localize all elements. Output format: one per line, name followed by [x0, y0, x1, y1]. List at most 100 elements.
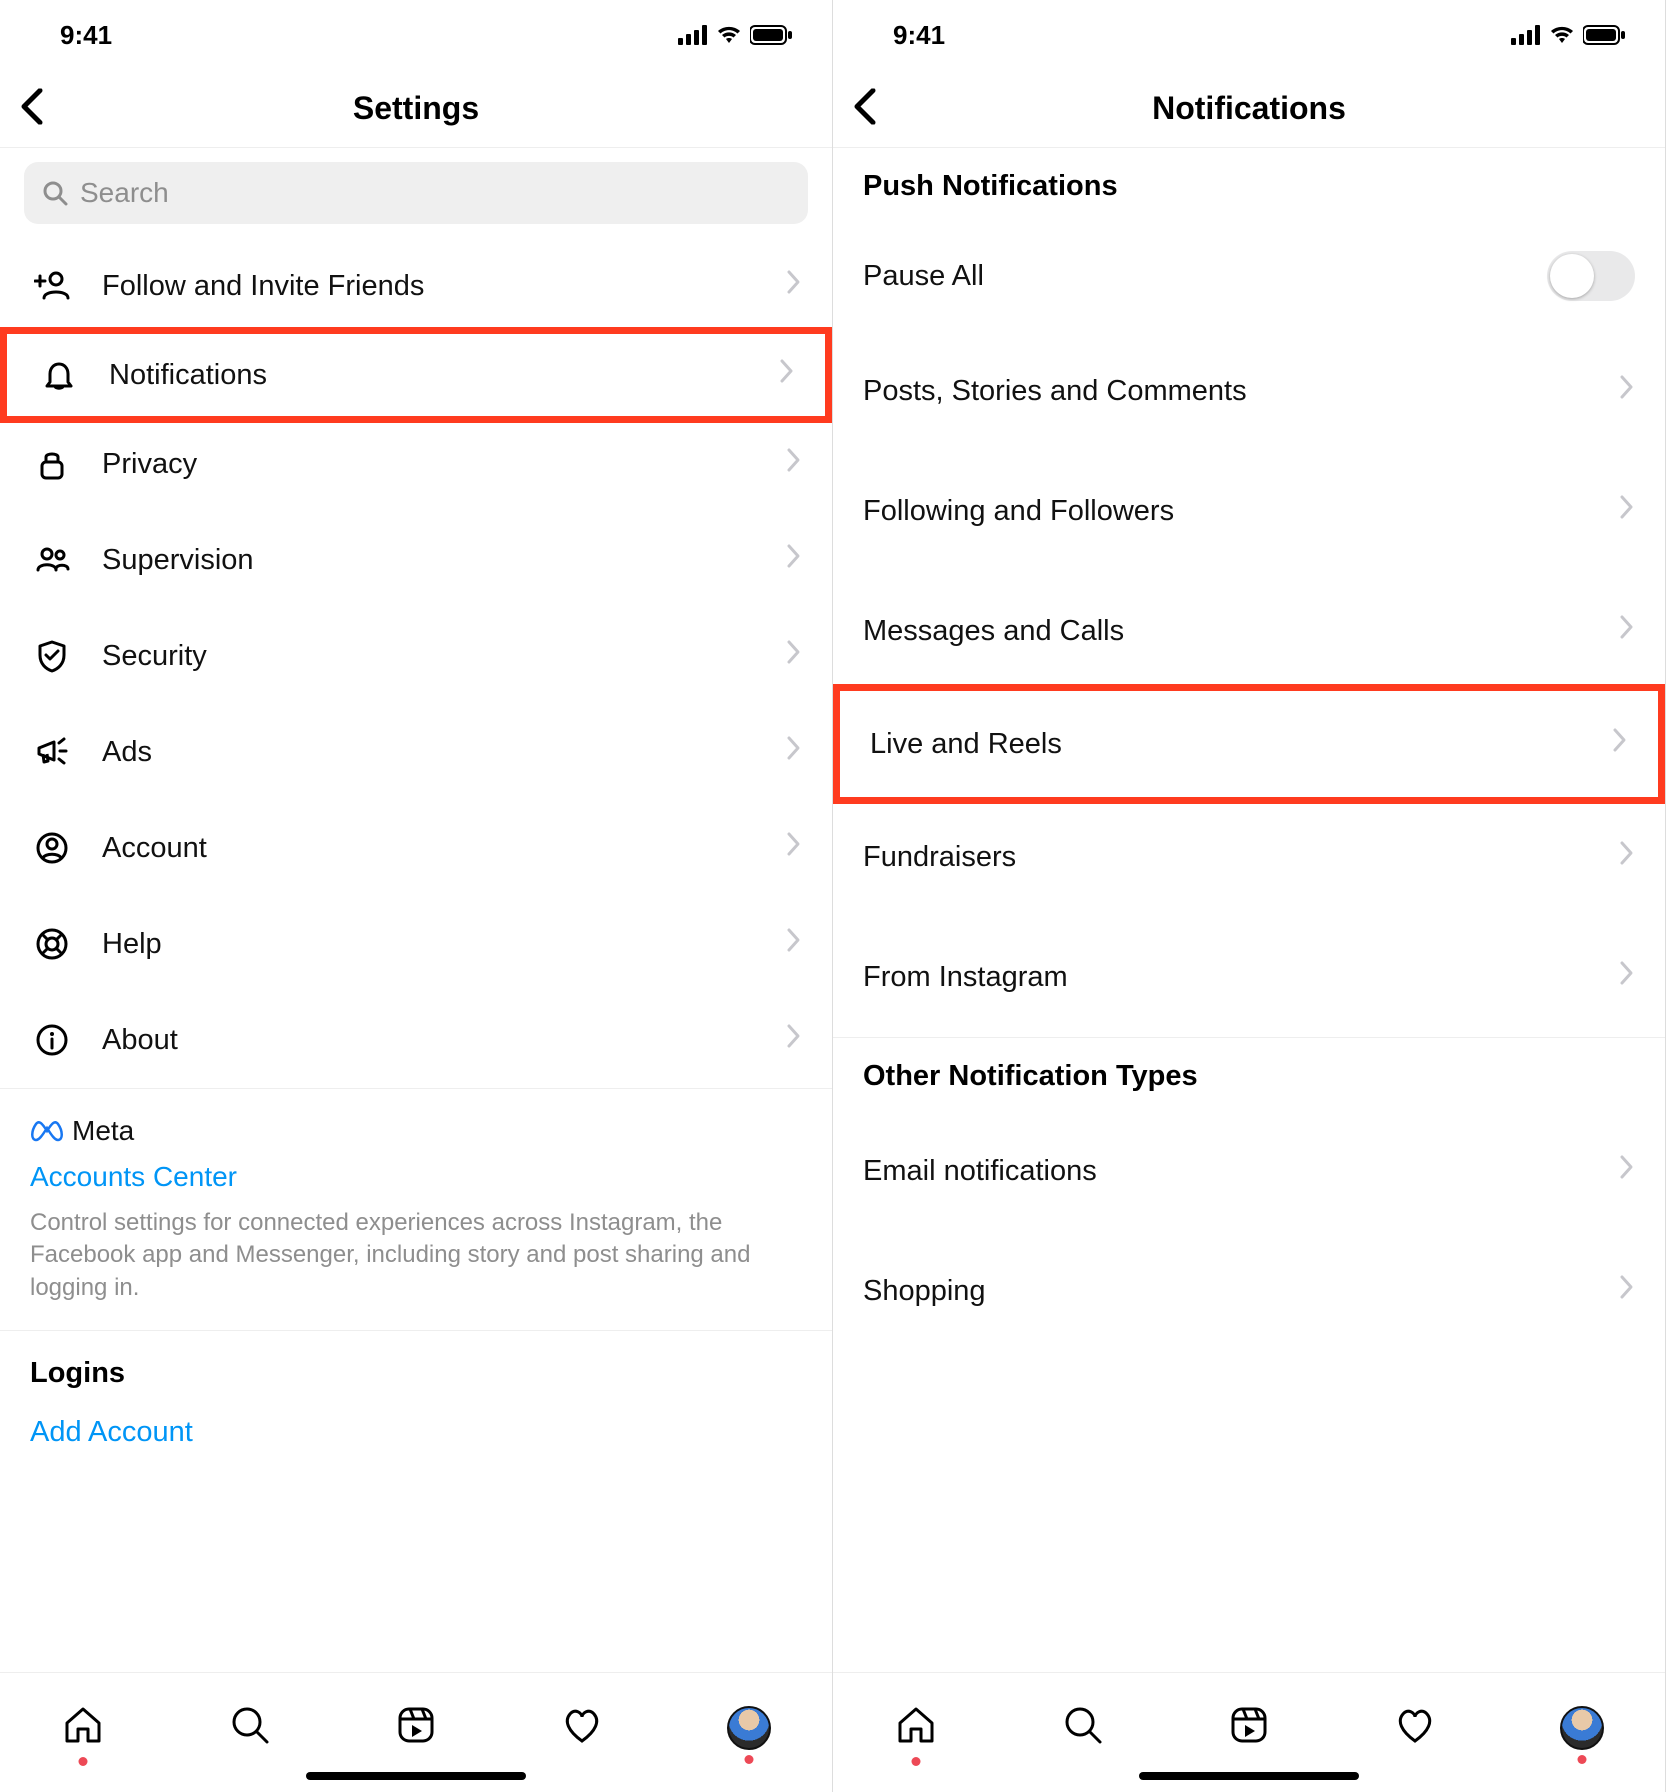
setting-row-info[interactable]: About — [0, 992, 832, 1088]
chevron-right-icon — [786, 639, 802, 673]
row-label: Shopping — [863, 1275, 1619, 1308]
tab-reels[interactable] — [394, 1703, 438, 1752]
chevron-right-icon — [1619, 494, 1635, 528]
row-label: Notifications — [109, 359, 779, 392]
tab-activity[interactable] — [1393, 1703, 1437, 1752]
status-icons — [1511, 25, 1625, 45]
cellular-icon — [678, 25, 708, 45]
pause-all-toggle[interactable] — [1547, 251, 1635, 301]
row-label: Privacy — [102, 448, 786, 481]
home-indicator — [306, 1772, 526, 1780]
tab-reels[interactable] — [1227, 1703, 1271, 1752]
setting-row-people[interactable]: Supervision — [0, 512, 832, 608]
tab-search[interactable] — [1061, 1703, 1105, 1752]
chevron-right-icon — [1619, 374, 1635, 408]
notification-dot — [744, 1755, 753, 1764]
tab-home[interactable] — [61, 1703, 105, 1752]
push-row[interactable]: Live and Reels — [833, 684, 1665, 804]
page-title: Notifications — [833, 90, 1665, 127]
chevron-left-icon — [20, 88, 44, 124]
chevron-right-icon — [786, 1023, 802, 1057]
row-label: Live and Reels — [870, 728, 1612, 761]
meta-label: Meta — [72, 1115, 134, 1147]
setting-row-lock[interactable]: Privacy — [0, 416, 832, 512]
wifi-icon — [1549, 25, 1575, 45]
reels-icon — [1227, 1703, 1271, 1747]
tab-profile[interactable] — [727, 1706, 771, 1750]
chevron-right-icon — [786, 543, 802, 577]
setting-row-bell[interactable]: Notifications — [0, 327, 832, 423]
heart-icon — [1393, 1703, 1437, 1747]
chevron-right-icon — [786, 831, 802, 865]
setting-row-user-circle[interactable]: Account — [0, 800, 832, 896]
people-icon — [30, 542, 74, 578]
search-wrap: Search — [0, 148, 832, 238]
user-circle-icon — [30, 830, 74, 866]
row-label: Fundraisers — [863, 841, 1619, 874]
setting-row-person-add[interactable]: Follow and Invite Friends — [0, 238, 832, 334]
other-list: Email notifications Shopping — [833, 1111, 1665, 1351]
logins-heading: Logins — [0, 1331, 832, 1400]
setting-row-megaphone[interactable]: Ads — [0, 704, 832, 800]
push-row[interactable]: Fundraisers — [833, 797, 1665, 917]
other-row[interactable]: Shopping — [833, 1231, 1665, 1351]
row-label: From Instagram — [863, 961, 1619, 994]
chevron-right-icon — [786, 447, 802, 481]
tab-profile[interactable] — [1560, 1706, 1604, 1750]
add-account-link[interactable]: Add Account — [0, 1400, 832, 1475]
person-add-icon — [30, 268, 74, 304]
other-row[interactable]: Email notifications — [833, 1111, 1665, 1231]
settings-screen: 9:41 Settings Search Follow and Invite F… — [0, 0, 833, 1792]
status-bar: 9:41 — [0, 0, 832, 70]
chevron-right-icon — [1612, 727, 1628, 761]
push-row[interactable]: Messages and Calls — [833, 571, 1665, 691]
push-list: Posts, Stories and Comments Following and… — [833, 331, 1665, 1037]
status-time: 9:41 — [60, 20, 112, 51]
notification-dot — [1577, 1755, 1586, 1764]
search-icon — [228, 1703, 272, 1747]
push-row[interactable]: From Instagram — [833, 917, 1665, 1037]
push-row[interactable]: Posts, Stories and Comments — [833, 331, 1665, 451]
meta-block: Meta Accounts Center Control settings fo… — [0, 1088, 832, 1331]
notification-dot — [912, 1757, 921, 1766]
info-icon — [30, 1022, 74, 1058]
battery-icon — [1583, 25, 1625, 45]
page-title: Settings — [0, 90, 832, 127]
row-label: Messages and Calls — [863, 615, 1619, 648]
chevron-right-icon — [1619, 1274, 1635, 1308]
nav-header: Settings — [0, 70, 832, 148]
row-label: About — [102, 1024, 786, 1057]
nav-header: Notifications — [833, 70, 1665, 148]
search-input[interactable]: Search — [24, 162, 808, 224]
setting-row-shield[interactable]: Security — [0, 608, 832, 704]
search-placeholder: Search — [80, 177, 169, 209]
tab-activity[interactable] — [560, 1703, 604, 1752]
accounts-center-link[interactable]: Accounts Center — [30, 1161, 802, 1193]
heart-icon — [560, 1703, 604, 1747]
avatar-icon — [1560, 1706, 1604, 1750]
reels-icon — [394, 1703, 438, 1747]
home-indicator — [1139, 1772, 1359, 1780]
avatar-icon — [727, 1706, 771, 1750]
back-button[interactable] — [20, 88, 44, 129]
push-row[interactable]: Following and Followers — [833, 451, 1665, 571]
pause-all-row[interactable]: Pause All — [833, 221, 1665, 331]
wifi-icon — [716, 25, 742, 45]
chevron-right-icon — [1619, 1154, 1635, 1188]
shield-icon — [30, 638, 74, 674]
chevron-right-icon — [1619, 840, 1635, 874]
tab-search[interactable] — [228, 1703, 272, 1752]
settings-content: Search Follow and Invite Friends Notifica… — [0, 148, 832, 1672]
tab-home[interactable] — [894, 1703, 938, 1752]
bell-icon — [37, 357, 81, 393]
setting-row-lifebuoy[interactable]: Help — [0, 896, 832, 992]
tab-bar — [0, 1672, 832, 1792]
search-icon — [42, 180, 68, 206]
notification-dot — [79, 1757, 88, 1766]
chevron-right-icon — [779, 358, 795, 392]
settings-list: Follow and Invite Friends Notifications Pr… — [0, 238, 832, 1088]
home-icon — [61, 1703, 105, 1747]
back-button[interactable] — [853, 88, 877, 129]
row-label: Help — [102, 928, 786, 961]
row-label: Following and Followers — [863, 495, 1619, 528]
